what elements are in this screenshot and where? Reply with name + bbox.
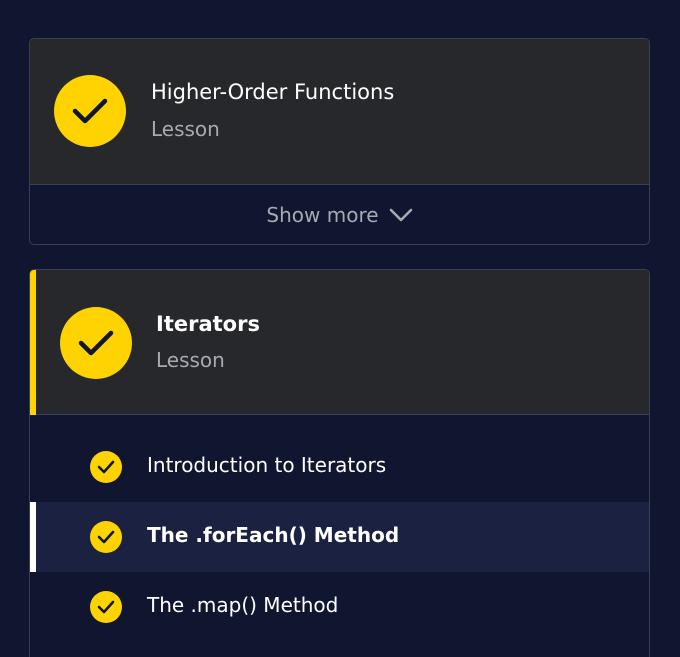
lesson-card-iterators: Iterators Lesson Introduction to Iterato… — [29, 269, 650, 657]
lesson-type: Lesson — [156, 348, 225, 372]
lesson-type: Lesson — [151, 117, 220, 141]
lesson-header[interactable]: Higher-Order Functions Lesson — [30, 39, 649, 184]
chevron-down-icon — [389, 208, 412, 222]
course-syllabus: Higher-Order Functions Lesson Show more … — [0, 0, 680, 657]
list-item-label: The .map() Method — [147, 593, 339, 617]
list-item[interactable]: Introduction to Iterators — [30, 432, 649, 502]
check-icon — [54, 75, 126, 147]
list-item[interactable]: The .map() Method — [30, 572, 649, 642]
list-item-label: The .forEach() Method — [147, 523, 400, 547]
lesson-title: Higher-Order Functions — [151, 80, 395, 104]
list-item-active[interactable]: The .forEach() Method — [30, 502, 649, 572]
list-item-label: Introduction to Iterators — [147, 453, 387, 477]
check-icon — [90, 521, 122, 553]
lesson-title: Iterators — [156, 312, 260, 336]
active-item-indicator — [30, 502, 36, 572]
lesson-header[interactable]: Iterators Lesson — [30, 270, 649, 415]
check-icon — [90, 451, 122, 483]
active-lesson-indicator — [30, 270, 36, 415]
lesson-card-higher-order-functions: Higher-Order Functions Lesson Show more — [29, 38, 650, 245]
check-icon — [60, 307, 132, 379]
check-icon — [90, 591, 122, 623]
show-more-label: Show more — [266, 203, 379, 227]
show-more-button[interactable]: Show more — [30, 184, 649, 244]
